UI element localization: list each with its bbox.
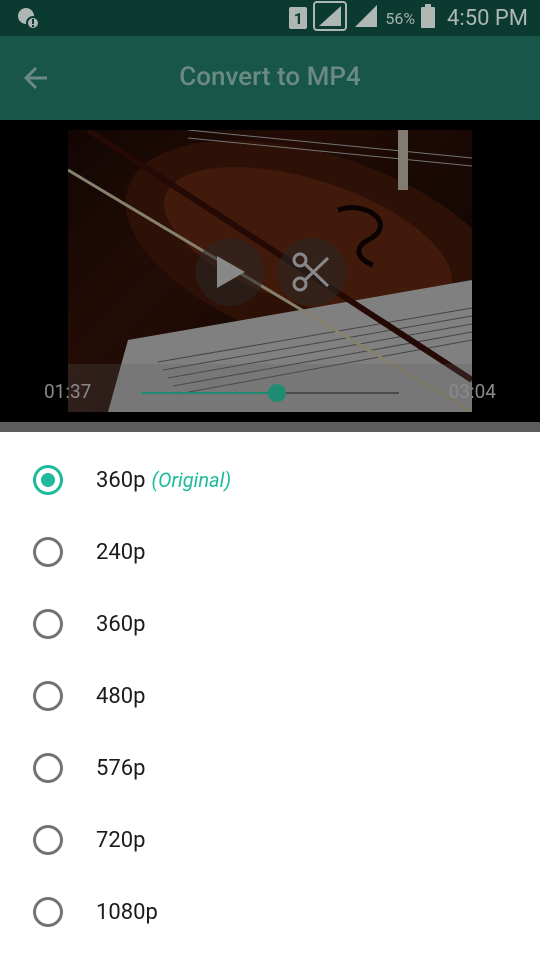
sim-card-icon: 1 xyxy=(289,7,308,29)
trim-button[interactable] xyxy=(278,238,346,306)
play-button[interactable] xyxy=(196,238,264,306)
play-icon xyxy=(217,256,245,288)
radio-button[interactable] xyxy=(33,897,63,927)
radio-button[interactable] xyxy=(33,825,63,855)
option-label: 360p xyxy=(96,611,146,637)
resolution-option-360p-original[interactable]: 360p (Original) xyxy=(0,444,540,516)
resolution-option-720p[interactable]: 720p xyxy=(0,804,540,876)
page-title: Convert to MP4 xyxy=(179,62,361,92)
resolution-option-1080p[interactable]: 1080p xyxy=(0,876,540,948)
seek-thumb[interactable] xyxy=(267,384,286,402)
seek-progress xyxy=(141,392,277,394)
total-time: 03:04 xyxy=(448,380,496,403)
resolution-option-576p[interactable]: 576p xyxy=(0,732,540,804)
video-player[interactable]: 01:37 03:04 xyxy=(0,120,540,422)
resolution-option-360p[interactable]: 360p xyxy=(0,588,540,660)
resolution-option-240p[interactable]: 240p xyxy=(0,516,540,588)
option-label: 1080p xyxy=(96,899,158,925)
signal-strength-icon-2 xyxy=(353,3,379,33)
resolution-option-480p[interactable]: 480p xyxy=(0,660,540,732)
status-bar: 1 56% 4:50 PM xyxy=(0,0,540,36)
option-label: 720p xyxy=(96,827,146,853)
option-label: 480p xyxy=(96,683,146,709)
option-label: 240p xyxy=(96,539,146,565)
current-time: 01:37 xyxy=(44,380,92,403)
radio-button[interactable] xyxy=(33,465,63,495)
resolution-options: 360p (Original) 240p 360p 480p 576p 720p … xyxy=(0,432,540,948)
original-tag: (Original) xyxy=(151,467,232,492)
battery-percent: 56% xyxy=(385,8,416,28)
notification-icon xyxy=(16,6,40,34)
scissors-icon xyxy=(292,252,330,292)
radio-button[interactable] xyxy=(33,753,63,783)
app-toolbar: Convert to MP4 xyxy=(0,36,540,120)
radio-button[interactable] xyxy=(33,537,63,567)
signal-strength-icon xyxy=(313,1,348,35)
radio-button[interactable] xyxy=(33,609,63,639)
divider xyxy=(0,422,540,432)
option-label: 360p xyxy=(96,467,146,493)
radio-button[interactable] xyxy=(33,681,63,711)
seek-bar[interactable] xyxy=(141,384,399,402)
clock: 4:50 PM xyxy=(447,5,528,31)
battery-icon xyxy=(421,4,436,32)
option-label: 576p xyxy=(96,755,146,781)
